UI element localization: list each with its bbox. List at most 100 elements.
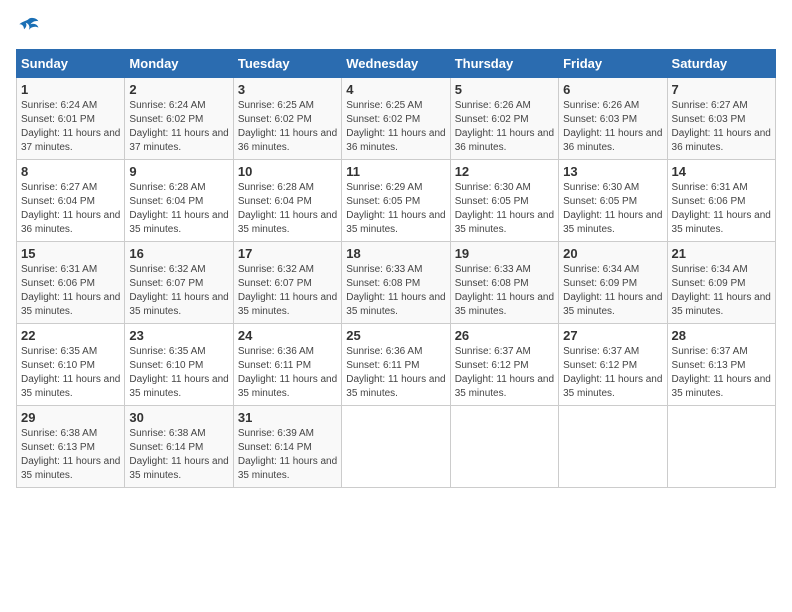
week-row-2: 8 Sunrise: 6:27 AMSunset: 6:04 PMDaylight… — [17, 160, 776, 242]
day-number: 17 — [238, 246, 337, 261]
calendar-cell: 28Sunrise: 6:37 AMSunset: 6:13 PMDayligh… — [667, 324, 775, 406]
day-number: 22 — [21, 328, 120, 343]
day-number: 4 — [346, 82, 445, 97]
day-info: Sunrise: 6:31 AMSunset: 6:06 PMDaylight:… — [672, 182, 771, 235]
calendar-table: SundayMondayTuesdayWednesdayThursdayFrid… — [16, 49, 776, 488]
calendar-cell: 4 Sunrise: 6:25 AMSunset: 6:02 PMDaylight… — [342, 78, 450, 160]
day-info: Sunrise: 6:34 AMSunset: 6:09 PMDaylight:… — [672, 264, 771, 317]
calendar-cell — [667, 406, 775, 488]
day-number: 28 — [672, 328, 771, 343]
day-number: 31 — [238, 410, 337, 425]
calendar-cell — [450, 406, 558, 488]
day-info: Sunrise: 6:32 AMSunset: 6:07 PMDaylight:… — [129, 264, 228, 317]
day-info: Sunrise: 6:25 AMSunset: 6:02 PMDaylight:… — [346, 100, 445, 153]
day-info: Sunrise: 6:25 AMSunset: 6:02 PMDaylight:… — [238, 100, 337, 153]
calendar-cell: 20Sunrise: 6:34 AMSunset: 6:09 PMDayligh… — [559, 242, 667, 324]
header-sunday: Sunday — [17, 50, 125, 78]
calendar-cell: 2 Sunrise: 6:24 AMSunset: 6:02 PMDaylight… — [125, 78, 233, 160]
day-number: 16 — [129, 246, 228, 261]
day-number: 2 — [129, 82, 228, 97]
week-row-5: 29Sunrise: 6:38 AMSunset: 6:13 PMDayligh… — [17, 406, 776, 488]
day-info: Sunrise: 6:33 AMSunset: 6:08 PMDaylight:… — [455, 264, 554, 317]
day-number: 11 — [346, 164, 445, 179]
day-info: Sunrise: 6:36 AMSunset: 6:11 PMDaylight:… — [346, 346, 445, 399]
day-number: 30 — [129, 410, 228, 425]
calendar-header-row: SundayMondayTuesdayWednesdayThursdayFrid… — [17, 50, 776, 78]
calendar-cell: 17 Sunrise: 6:32 AMSunset: 6:07 PMDayligh… — [233, 242, 341, 324]
page-header — [16, 16, 776, 41]
calendar-cell: 21Sunrise: 6:34 AMSunset: 6:09 PMDayligh… — [667, 242, 775, 324]
calendar-cell: 25 Sunrise: 6:36 AMSunset: 6:11 PMDayligh… — [342, 324, 450, 406]
day-number: 14 — [672, 164, 771, 179]
day-number: 18 — [346, 246, 445, 261]
header-tuesday: Tuesday — [233, 50, 341, 78]
week-row-3: 15Sunrise: 6:31 AMSunset: 6:06 PMDayligh… — [17, 242, 776, 324]
calendar-cell: 29Sunrise: 6:38 AMSunset: 6:13 PMDayligh… — [17, 406, 125, 488]
day-info: Sunrise: 6:30 AMSunset: 6:05 PMDaylight:… — [563, 182, 662, 235]
day-info: Sunrise: 6:28 AMSunset: 6:04 PMDaylight:… — [238, 182, 337, 235]
calendar-cell: 5 Sunrise: 6:26 AMSunset: 6:02 PMDaylight… — [450, 78, 558, 160]
calendar-cell: 27 Sunrise: 6:37 AMSunset: 6:12 PMDayligh… — [559, 324, 667, 406]
calendar-cell: 10 Sunrise: 6:28 AMSunset: 6:04 PMDayligh… — [233, 160, 341, 242]
calendar-cell: 19 Sunrise: 6:33 AMSunset: 6:08 PMDayligh… — [450, 242, 558, 324]
day-number: 9 — [129, 164, 228, 179]
calendar-cell: 26 Sunrise: 6:37 AMSunset: 6:12 PMDayligh… — [450, 324, 558, 406]
day-info: Sunrise: 6:27 AMSunset: 6:03 PMDaylight:… — [672, 100, 771, 153]
day-info: Sunrise: 6:31 AMSunset: 6:06 PMDaylight:… — [21, 264, 120, 317]
day-info: Sunrise: 6:24 AMSunset: 6:02 PMDaylight:… — [129, 100, 228, 153]
day-number: 12 — [455, 164, 554, 179]
day-number: 25 — [346, 328, 445, 343]
calendar-cell: 11 Sunrise: 6:29 AMSunset: 6:05 PMDayligh… — [342, 160, 450, 242]
day-number: 13 — [563, 164, 662, 179]
day-info: Sunrise: 6:39 AMSunset: 6:14 PMDaylight:… — [238, 428, 337, 481]
calendar-cell: 1 Sunrise: 6:24 AMSunset: 6:01 PMDaylight… — [17, 78, 125, 160]
day-info: Sunrise: 6:37 AMSunset: 6:12 PMDaylight:… — [455, 346, 554, 399]
calendar-cell — [342, 406, 450, 488]
calendar-cell: 24 Sunrise: 6:36 AMSunset: 6:11 PMDayligh… — [233, 324, 341, 406]
day-number: 3 — [238, 82, 337, 97]
calendar-cell: 22 Sunrise: 6:35 AMSunset: 6:10 PMDayligh… — [17, 324, 125, 406]
header-thursday: Thursday — [450, 50, 558, 78]
logo-bird-icon — [16, 16, 40, 36]
week-row-1: 1 Sunrise: 6:24 AMSunset: 6:01 PMDaylight… — [17, 78, 776, 160]
calendar-cell: 7 Sunrise: 6:27 AMSunset: 6:03 PMDaylight… — [667, 78, 775, 160]
calendar-cell: 9 Sunrise: 6:28 AMSunset: 6:04 PMDaylight… — [125, 160, 233, 242]
day-number: 27 — [563, 328, 662, 343]
calendar-cell: 8 Sunrise: 6:27 AMSunset: 6:04 PMDaylight… — [17, 160, 125, 242]
day-info: Sunrise: 6:35 AMSunset: 6:10 PMDaylight:… — [21, 346, 120, 399]
day-info: Sunrise: 6:26 AMSunset: 6:03 PMDaylight:… — [563, 100, 662, 153]
day-number: 26 — [455, 328, 554, 343]
day-info: Sunrise: 6:37 AMSunset: 6:12 PMDaylight:… — [563, 346, 662, 399]
day-info: Sunrise: 6:38 AMSunset: 6:14 PMDaylight:… — [129, 428, 228, 481]
calendar-cell: 31 Sunrise: 6:39 AMSunset: 6:14 PMDayligh… — [233, 406, 341, 488]
calendar-cell: 13 Sunrise: 6:30 AMSunset: 6:05 PMDayligh… — [559, 160, 667, 242]
calendar-cell — [559, 406, 667, 488]
day-number: 1 — [21, 82, 120, 97]
day-number: 24 — [238, 328, 337, 343]
calendar-cell: 12 Sunrise: 6:30 AMSunset: 6:05 PMDayligh… — [450, 160, 558, 242]
calendar-cell: 18 Sunrise: 6:33 AMSunset: 6:08 PMDayligh… — [342, 242, 450, 324]
day-info: Sunrise: 6:27 AMSunset: 6:04 PMDaylight:… — [21, 182, 120, 235]
day-info: Sunrise: 6:32 AMSunset: 6:07 PMDaylight:… — [238, 264, 337, 317]
day-info: Sunrise: 6:35 AMSunset: 6:10 PMDaylight:… — [129, 346, 228, 399]
day-info: Sunrise: 6:28 AMSunset: 6:04 PMDaylight:… — [129, 182, 228, 235]
header-friday: Friday — [559, 50, 667, 78]
day-info: Sunrise: 6:24 AMSunset: 6:01 PMDaylight:… — [21, 100, 120, 153]
day-info: Sunrise: 6:33 AMSunset: 6:08 PMDaylight:… — [346, 264, 445, 317]
day-info: Sunrise: 6:29 AMSunset: 6:05 PMDaylight:… — [346, 182, 445, 235]
day-info: Sunrise: 6:30 AMSunset: 6:05 PMDaylight:… — [455, 182, 554, 235]
day-info: Sunrise: 6:36 AMSunset: 6:11 PMDaylight:… — [238, 346, 337, 399]
day-number: 6 — [563, 82, 662, 97]
calendar-cell: 15Sunrise: 6:31 AMSunset: 6:06 PMDayligh… — [17, 242, 125, 324]
day-number: 5 — [455, 82, 554, 97]
header-saturday: Saturday — [667, 50, 775, 78]
day-number: 7 — [672, 82, 771, 97]
day-number: 8 — [21, 164, 120, 179]
day-number: 19 — [455, 246, 554, 261]
day-number: 23 — [129, 328, 228, 343]
day-number: 20 — [563, 246, 662, 261]
calendar-cell: 6 Sunrise: 6:26 AMSunset: 6:03 PMDaylight… — [559, 78, 667, 160]
day-number: 10 — [238, 164, 337, 179]
calendar-cell: 14 Sunrise: 6:31 AMSunset: 6:06 PMDayligh… — [667, 160, 775, 242]
day-info: Sunrise: 6:26 AMSunset: 6:02 PMDaylight:… — [455, 100, 554, 153]
